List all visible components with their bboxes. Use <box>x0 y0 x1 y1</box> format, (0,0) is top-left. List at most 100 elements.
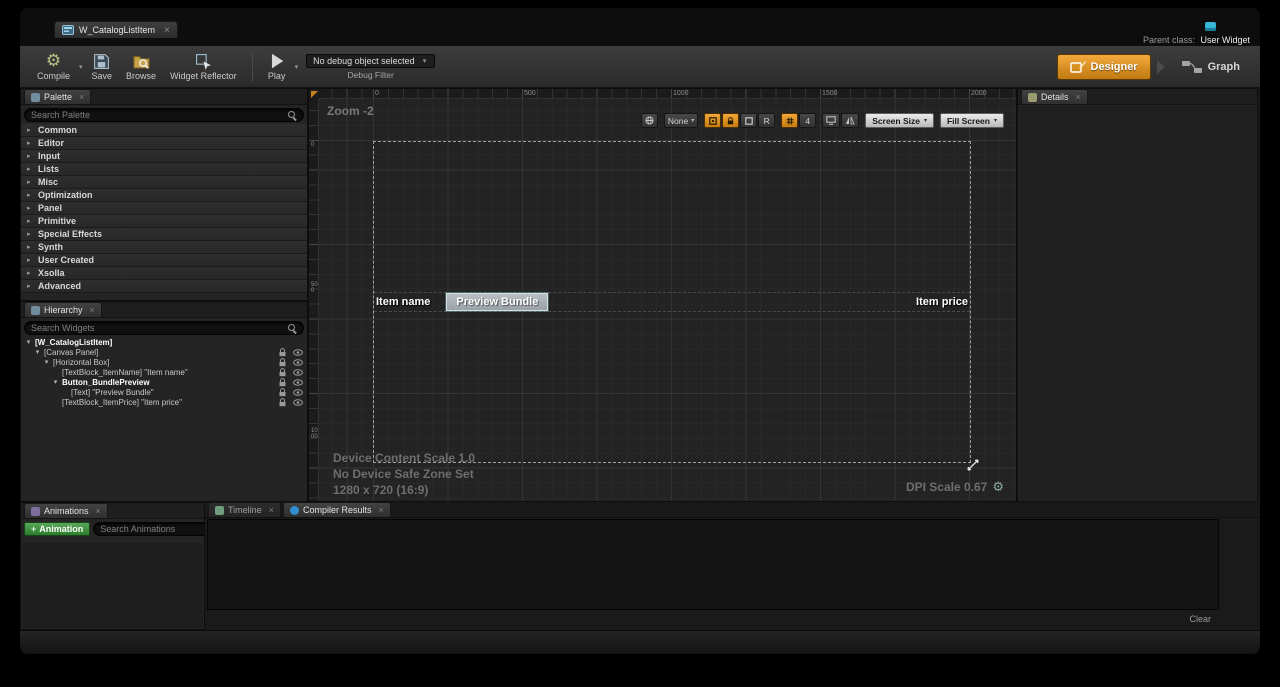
hierarchy-search-input[interactable] <box>31 323 287 333</box>
lock-icon[interactable] <box>279 398 286 407</box>
hierarchy-row[interactable]: [TextBlock_ItemPrice] "Item price" <box>21 397 307 407</box>
expander-icon[interactable]: ▸ <box>27 256 33 264</box>
expander-icon[interactable]: ▸ <box>27 217 33 225</box>
expander-icon[interactable]: ▸ <box>27 191 33 199</box>
close-icon[interactable]: × <box>378 505 383 515</box>
resize-handle[interactable] <box>967 459 979 471</box>
tab-compiler-results[interactable]: Compiler Results × <box>283 502 391 517</box>
palette-category[interactable]: ▸ Optimization <box>21 189 307 202</box>
close-icon[interactable]: × <box>269 505 274 515</box>
graph-mode-button[interactable]: Graph <box>1171 54 1250 80</box>
designer-mode-button[interactable]: Designer <box>1057 54 1151 80</box>
tab-details[interactable]: Details × <box>1021 89 1088 104</box>
dpi-settings-gear-icon[interactable]: ⚙ <box>992 479 1004 495</box>
expander-icon[interactable]: ▾ <box>34 348 41 356</box>
compiler-results-log[interactable] <box>207 519 1219 610</box>
screen-size-dropdown[interactable]: Screen Size ▾ <box>865 113 934 128</box>
hierarchy-row[interactable]: [Text] "Preview Bundle" <box>21 387 307 397</box>
lock-icon[interactable] <box>279 368 286 377</box>
hierarchy-row-label: Button_BundlePreview <box>62 378 150 387</box>
palette-category[interactable]: ▸ Special Effects <box>21 228 307 241</box>
lock-preview-button[interactable] <box>722 113 739 128</box>
palette-category[interactable]: ▸ Editor <box>21 137 307 150</box>
item-price-text[interactable]: Item price <box>916 296 968 308</box>
palette-category[interactable]: ▸ Advanced <box>21 280 307 293</box>
palette-category[interactable]: ▸ Input <box>21 150 307 163</box>
close-icon[interactable]: × <box>79 92 84 102</box>
palette-category[interactable]: ▸ Common <box>21 124 307 137</box>
localization-preview-button[interactable] <box>641 113 658 128</box>
hierarchy-row[interactable]: ▾ [Canvas Panel] <box>21 347 307 357</box>
expander-icon[interactable]: ▸ <box>27 282 33 290</box>
zoom-to-fit-button[interactable] <box>822 113 840 128</box>
add-animation-button[interactable]: + Animation <box>24 522 90 536</box>
animations-search-input[interactable] <box>100 524 217 534</box>
compile-dropdown-caret-icon[interactable]: ▾ <box>79 63 83 71</box>
palette-category[interactable]: ▸ User Created <box>21 254 307 267</box>
hierarchy-row[interactable]: [TextBlock_ItemName] "Item name" <box>21 367 307 377</box>
browse-button[interactable]: Browse <box>119 50 163 83</box>
canvas-grid[interactable]: Zoom -2 Item name Preview Bundle Item pr… <box>319 99 1016 501</box>
preview-language-dropdown[interactable]: None ▾ <box>664 113 698 128</box>
expander-icon[interactable]: ▸ <box>27 139 33 147</box>
expander-icon[interactable]: ▸ <box>27 126 33 134</box>
palette-category[interactable]: ▸ Panel <box>21 202 307 215</box>
expander-icon[interactable]: ▾ <box>25 338 32 346</box>
expander-icon[interactable]: ▾ <box>43 358 50 366</box>
flip-preview-button[interactable] <box>841 113 859 128</box>
palette-category[interactable]: ▸ Synth <box>21 241 307 254</box>
hierarchy-row[interactable]: ▾ [Horizontal Box] <box>21 357 307 367</box>
safe-frames-button[interactable] <box>740 113 757 128</box>
expander-icon[interactable]: ▸ <box>27 178 33 186</box>
lock-icon[interactable] <box>279 378 286 387</box>
close-icon[interactable]: × <box>90 305 95 315</box>
raw-edit-toggle-button[interactable]: R <box>758 113 775 128</box>
snap-grid-size-button[interactable]: 4 <box>799 113 816 128</box>
debug-object-dropdown[interactable]: No debug object selected ▾ <box>306 54 435 68</box>
eye-icon[interactable] <box>293 379 303 386</box>
expander-icon[interactable]: ▸ <box>27 243 33 251</box>
palette-category[interactable]: ▸ Primitive <box>21 215 307 228</box>
eye-icon[interactable] <box>293 389 303 396</box>
save-button[interactable]: Save <box>85 50 120 83</box>
palette-category[interactable]: ▸ Misc <box>21 176 307 189</box>
play-dropdown-caret-icon[interactable]: ▾ <box>295 63 299 71</box>
close-icon[interactable]: × <box>96 506 101 516</box>
expander-icon[interactable]: ▸ <box>27 152 33 160</box>
item-name-text[interactable]: Item name <box>376 296 430 308</box>
lock-icon[interactable] <box>279 388 286 397</box>
eye-icon[interactable] <box>293 359 303 366</box>
fill-screen-dropdown[interactable]: Fill Screen ▾ <box>940 113 1004 128</box>
eye-icon[interactable] <box>293 399 303 406</box>
tab-hierarchy[interactable]: Hierarchy × <box>24 302 102 317</box>
tab-timeline[interactable]: Timeline × <box>208 502 281 517</box>
hierarchy-row[interactable]: ▾ [W_CatalogListItem] <box>21 337 307 347</box>
tab-animations[interactable]: Animations × <box>24 503 108 518</box>
lock-icon[interactable] <box>279 358 286 367</box>
eye-icon[interactable] <box>293 349 303 356</box>
palette-search-input[interactable] <box>31 110 287 120</box>
palette-category[interactable]: ▸ Xsolla <box>21 267 307 280</box>
clear-button[interactable]: Clear <box>1189 614 1211 624</box>
expander-icon[interactable]: ▸ <box>27 165 33 173</box>
designer-viewport[interactable]: 0500100015002000 05001000 Zoom -2 Item n… <box>308 88 1017 502</box>
expander-icon[interactable]: ▸ <box>27 269 33 277</box>
eye-icon[interactable] <box>293 369 303 376</box>
preview-bundle-button[interactable]: Preview Bundle <box>446 293 548 311</box>
compile-button[interactable]: ⚙ Compile <box>30 50 77 83</box>
outline-toggle-button[interactable] <box>704 113 721 128</box>
lock-icon[interactable] <box>279 348 286 357</box>
palette-category[interactable]: ▸ Lists <box>21 163 307 176</box>
snap-grid-button[interactable] <box>781 113 798 128</box>
play-button[interactable]: Play <box>261 50 293 83</box>
asset-tab[interactable]: W_CatalogListItem × <box>54 21 178 38</box>
widget-reflector-button[interactable]: Widget Reflector <box>163 50 244 83</box>
hierarchy-row[interactable]: ▾ Button_BundlePreview <box>21 377 307 387</box>
expander-icon[interactable]: ▸ <box>27 230 33 238</box>
expander-icon[interactable]: ▸ <box>27 204 33 212</box>
tab-palette[interactable]: Palette × <box>24 89 91 104</box>
close-icon[interactable]: × <box>1076 92 1081 102</box>
expander-icon[interactable]: ▾ <box>52 378 59 386</box>
close-icon[interactable]: × <box>164 25 170 36</box>
palette-category-label: Misc <box>38 177 58 187</box>
